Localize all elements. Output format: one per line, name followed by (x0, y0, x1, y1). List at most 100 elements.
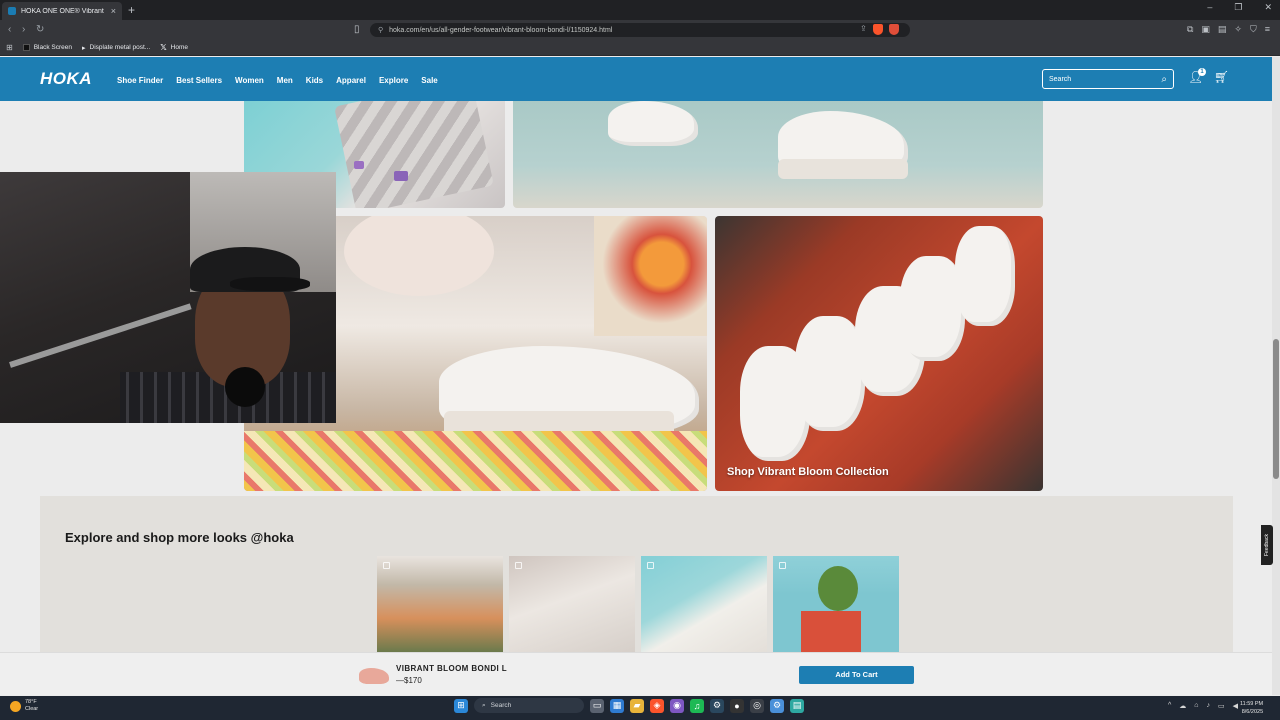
forward-icon[interactable]: › (22, 24, 25, 36)
select-checkbox[interactable] (515, 562, 522, 569)
page-scrollbar[interactable] (1272, 57, 1280, 695)
brave-rewards-icon[interactable] (888, 24, 899, 35)
extensions-row: ⧉ ▣ ▤ ✧ ⛉ ≡ (1187, 24, 1270, 35)
notepad-icon[interactable]: ▤ (790, 698, 804, 713)
select-checkbox[interactable] (647, 562, 654, 569)
flower-accent (354, 161, 364, 169)
settings-icon[interactable]: ⚙ (770, 698, 784, 713)
file-explorer-icon[interactable]: ▰ (630, 698, 644, 713)
onedrive-icon[interactable]: ☁ (1179, 702, 1186, 710)
minimize-icon[interactable]: – (1207, 2, 1212, 13)
nav-sale[interactable]: Sale (421, 76, 437, 85)
hoka-logo[interactable]: HOKA (40, 69, 92, 89)
window-controls: – ❐ ✕ (1207, 2, 1272, 13)
screen: HOKA ONE ONE® Vibrant Bloo × + – ❐ ✕ ‹ ›… (0, 0, 1280, 720)
sticky-add-to-cart-bar (0, 652, 1272, 695)
back-icon[interactable]: ‹ (8, 24, 11, 36)
start-icon[interactable]: ⊞ (454, 698, 468, 713)
product-price: —$170 (396, 676, 422, 685)
widgets-icon[interactable]: ▦ (610, 698, 624, 713)
display-icon[interactable]: ▭ (1218, 702, 1225, 710)
leg-graphic (344, 216, 494, 296)
select-checkbox[interactable] (383, 562, 390, 569)
explore-title: Explore and shop more looks @hoka (65, 530, 294, 545)
taskbar-clock[interactable]: 11:59 PM 8/6/2025 (1240, 700, 1263, 716)
shoe-graphic (608, 101, 698, 146)
search-icon[interactable]: ⌕ (1161, 74, 1167, 85)
shop-collection-link[interactable]: Shop Vibrant Bloom Collection (727, 466, 889, 478)
brave-browser-icon[interactable]: ◈ (650, 698, 664, 713)
bookmark-displate[interactable]: ▸ Displate metal post... (82, 44, 150, 52)
bookmark-icon[interactable]: ▯ (354, 24, 360, 35)
main-nav: Shoe Finder Best Sellers Women Men Kids … (117, 76, 451, 85)
browser-tabbar: HOKA ONE ONE® Vibrant Bloo × + – ❐ ✕ (0, 0, 1280, 20)
add-to-cart-button[interactable]: Add To Cart (799, 666, 914, 684)
new-tab-icon[interactable]: + (128, 3, 135, 17)
bookmark-black-screen[interactable]: Black Screen (22, 44, 72, 51)
close-window-icon[interactable]: ✕ (1264, 2, 1272, 13)
nav-kids[interactable]: Kids (306, 76, 323, 85)
brave-shields-icon[interactable] (872, 24, 883, 35)
product-thumbnail (359, 668, 389, 684)
look-tile[interactable] (377, 556, 503, 652)
gallery-image-collection-layout[interactable] (715, 216, 1043, 491)
petal-floor-graphic (244, 431, 707, 491)
tray-chevron-icon[interactable]: ^ (1168, 702, 1171, 710)
look-tile[interactable] (773, 556, 899, 652)
reload-icon[interactable]: ↻ (36, 24, 44, 36)
browser-tab[interactable]: HOKA ONE ONE® Vibrant Bloo × (2, 2, 122, 20)
bookmarks-bar: ⊞ Black Screen ▸ Displate metal post... … (0, 40, 1280, 56)
shoe-graphic (955, 226, 1015, 326)
look-tile[interactable] (509, 556, 635, 652)
spotify-icon[interactable]: ♫ (690, 698, 704, 713)
gallery-image-shoes-walking[interactable] (513, 101, 1043, 208)
leo-icon[interactable]: ✧ (1234, 24, 1242, 35)
look-tile[interactable] (641, 556, 767, 652)
weather-widget[interactable]: 78°F Clear (10, 699, 38, 713)
mic-icon[interactable]: ♪ (1207, 702, 1211, 710)
obs-icon[interactable]: ● (730, 698, 744, 713)
x-logo-icon: 𝕏 (160, 43, 167, 52)
product-name: VIBRANT BLOOM BONDI L (396, 664, 508, 673)
url-text: hoka.com/en/us/all-gender-footwear/vibra… (389, 26, 613, 34)
scrollbar-thumb[interactable] (1273, 339, 1279, 479)
bookmark-label: Black Screen (33, 44, 72, 51)
steam-icon[interactable]: ⚙ (710, 698, 724, 713)
select-checkbox[interactable] (779, 562, 786, 569)
nav-women[interactable]: Women (235, 76, 264, 85)
search-icon: ⌕ (482, 701, 486, 709)
wallet-icon[interactable]: ▤ (1218, 24, 1227, 35)
nav-apparel[interactable]: Apparel (336, 76, 366, 85)
sidebar-icon[interactable]: ▣ (1201, 24, 1210, 35)
webcam-person-cap-brim (230, 277, 310, 291)
search-placeholder: Search (1049, 75, 1072, 83)
nav-explore[interactable]: Explore (379, 76, 408, 85)
discord-icon[interactable]: ◉ (670, 698, 684, 713)
weather-condition: Clear (25, 706, 39, 712)
clock-date: 8/6/2025 (1241, 709, 1264, 715)
network-icon[interactable]: ⌂ (1194, 702, 1198, 710)
feedback-tab[interactable]: Feedback (1261, 525, 1273, 565)
flower-accent (394, 171, 408, 181)
nav-men[interactable]: Men (277, 76, 293, 85)
plant-graphic (818, 566, 858, 611)
search-input[interactable]: Search ⌕ (1042, 69, 1174, 89)
bookmark-home[interactable]: 𝕏 Home (160, 43, 188, 52)
speaker-icon[interactable]: ◀ (1233, 702, 1238, 710)
cart-icon[interactable]: 🛒︎ (1214, 70, 1229, 84)
address-bar[interactable]: ⚲ hoka.com/en/us/all-gender-footwear/vib… (370, 23, 910, 37)
account-badge: 1 (1198, 68, 1206, 76)
nav-best-sellers[interactable]: Best Sellers (176, 76, 222, 85)
vpn-icon[interactable]: ⛉ (1250, 24, 1257, 35)
close-tab-icon[interactable]: × (111, 6, 116, 16)
taskbar-search[interactable]: ⌕ Search (474, 698, 584, 713)
share-icon[interactable]: ⇪ (860, 24, 867, 35)
nav-shoe-finder[interactable]: Shoe Finder (117, 76, 163, 85)
apps-grid-icon[interactable]: ⊞ (6, 43, 13, 52)
task-view-icon[interactable]: ▭ (590, 698, 604, 713)
menu-icon[interactable]: ≡ (1265, 24, 1270, 35)
maximize-icon[interactable]: ❐ (1234, 2, 1242, 13)
site-info-icon[interactable]: ⚲ (378, 26, 383, 34)
github-icon[interactable]: ◎ (750, 698, 764, 713)
screenshot-icon[interactable]: ⧉ (1187, 24, 1193, 35)
